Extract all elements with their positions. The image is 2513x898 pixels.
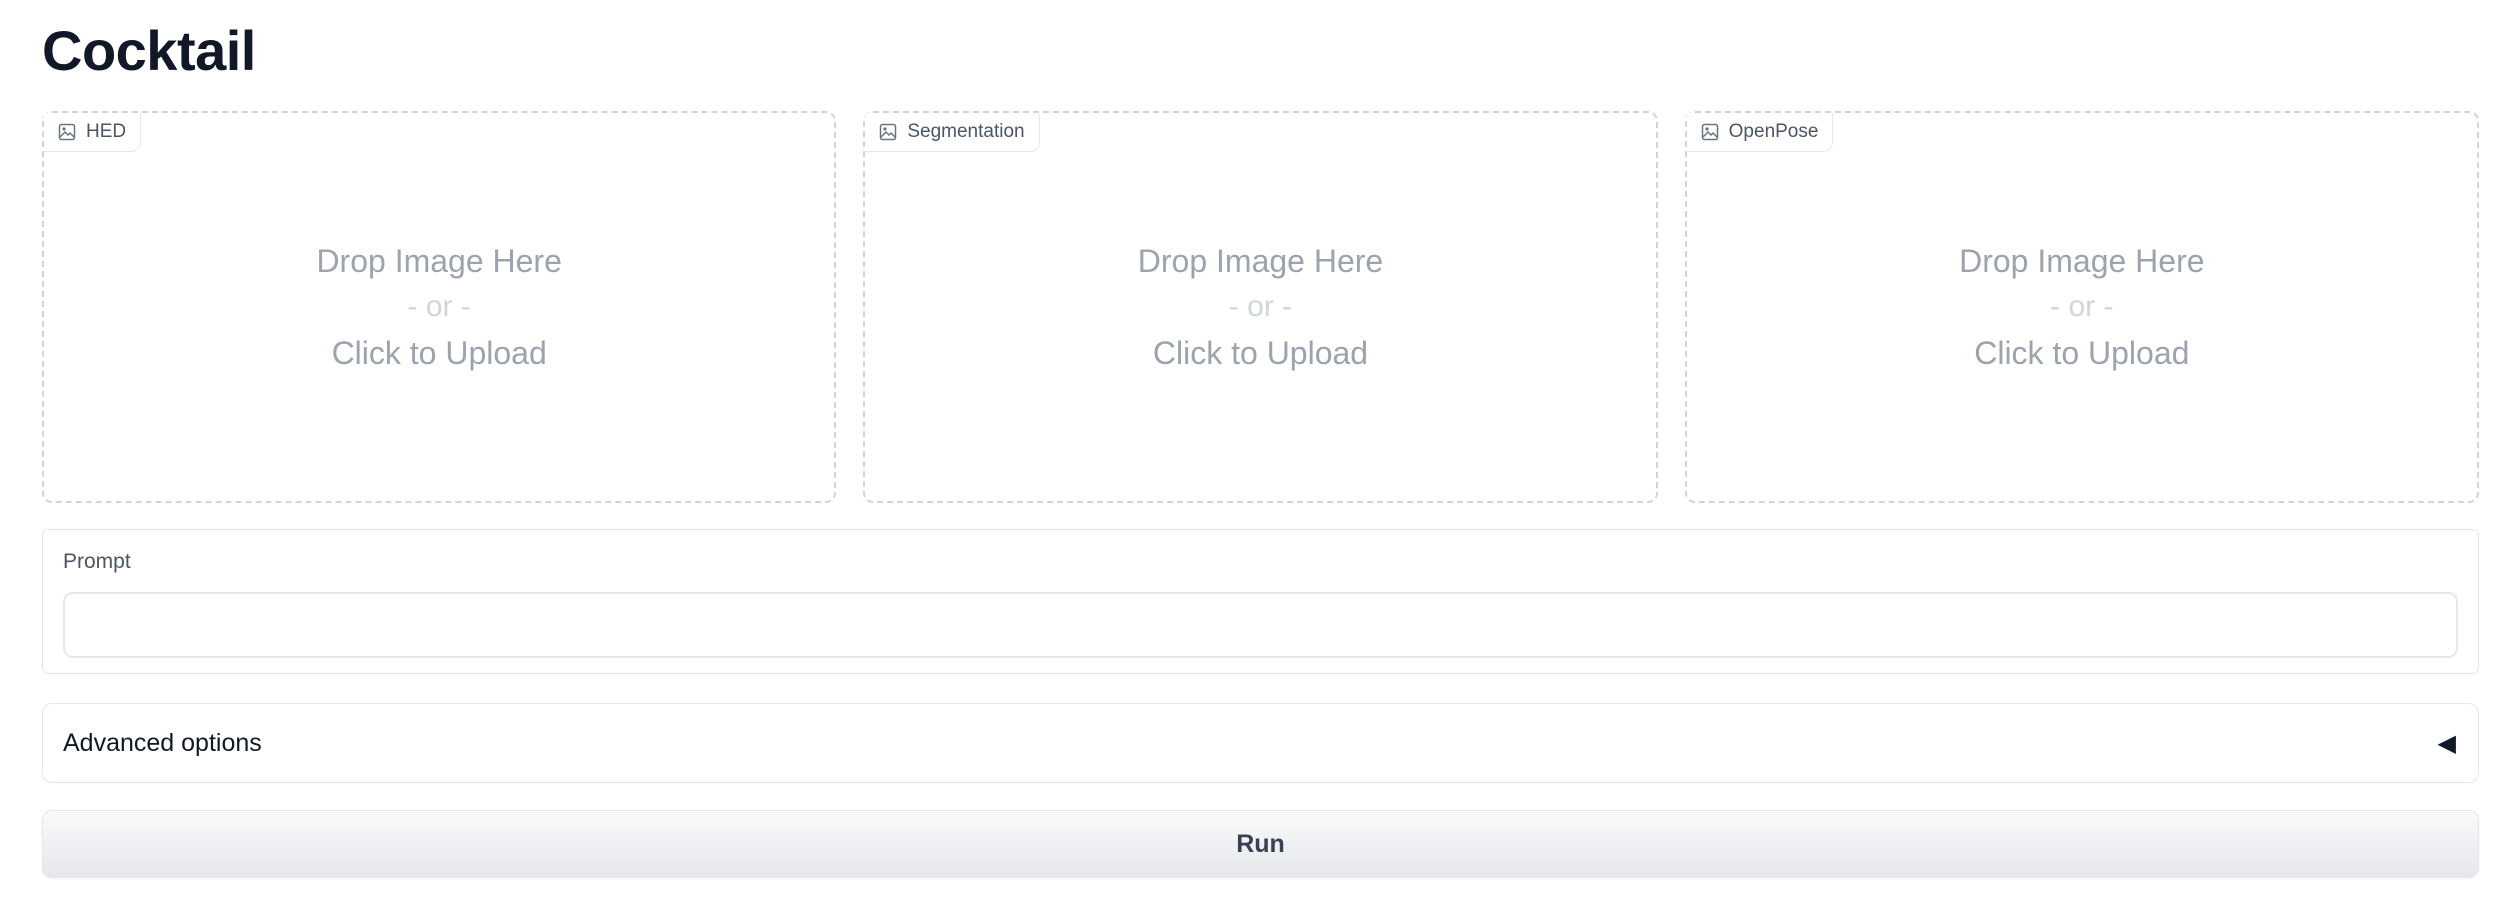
drop-image-text: Drop Image Here (316, 243, 562, 279)
triangle-left-icon: ◀ (2437, 729, 2456, 757)
upload-label-hed: HED (44, 113, 142, 152)
upload-hed-dropzone[interactable]: HED Drop Image Here - or - Click to Uplo… (42, 111, 837, 503)
click-to-upload-text: Click to Upload (1974, 335, 2190, 371)
image-icon (880, 123, 897, 141)
upload-openpose-dropzone[interactable]: OpenPose Drop Image Here - or - Click to… (1684, 111, 2479, 503)
advanced-options-label: Advanced options (63, 728, 262, 757)
app-page: Cocktail HED Drop Image Here - or - Clic… (0, 0, 2513, 898)
run-button[interactable]: Run (42, 810, 2479, 878)
image-icon (1701, 123, 1718, 141)
or-separator: - or - (1228, 290, 1293, 323)
dropzone-instructions: Drop Image Here - or - Click to Upload (1687, 238, 2477, 376)
upload-label-text: Segmentation (907, 121, 1025, 142)
dropzone-instructions: Drop Image Here - or - Click to Upload (44, 238, 834, 376)
upload-row: HED Drop Image Here - or - Click to Uplo… (42, 111, 2479, 503)
click-to-upload-text: Click to Upload (331, 335, 547, 371)
drop-image-text: Drop Image Here (1959, 243, 2205, 279)
or-separator: - or - (407, 290, 471, 323)
page-title: Cocktail (42, 19, 256, 82)
upload-label-text: HED (86, 121, 127, 142)
drop-image-text: Drop Image Here (1137, 243, 1384, 279)
upload-label-openpose: OpenPose (1686, 113, 1834, 152)
prompt-block: Prompt (42, 529, 2479, 674)
upload-label-segmentation: Segmentation (865, 113, 1040, 152)
prompt-input[interactable] (63, 592, 2458, 658)
image-icon (58, 123, 76, 141)
dropzone-instructions: Drop Image Here - or - Click to Upload (865, 238, 1655, 376)
upload-label-text: OpenPose (1728, 121, 1819, 142)
click-to-upload-text: Click to Upload (1152, 335, 1369, 371)
prompt-label: Prompt (63, 550, 131, 573)
or-separator: - or - (2050, 290, 2114, 323)
upload-segmentation-dropzone[interactable]: Segmentation Drop Image Here - or - Clic… (863, 111, 1658, 503)
advanced-options-accordion[interactable]: Advanced options ◀ (42, 703, 2479, 783)
